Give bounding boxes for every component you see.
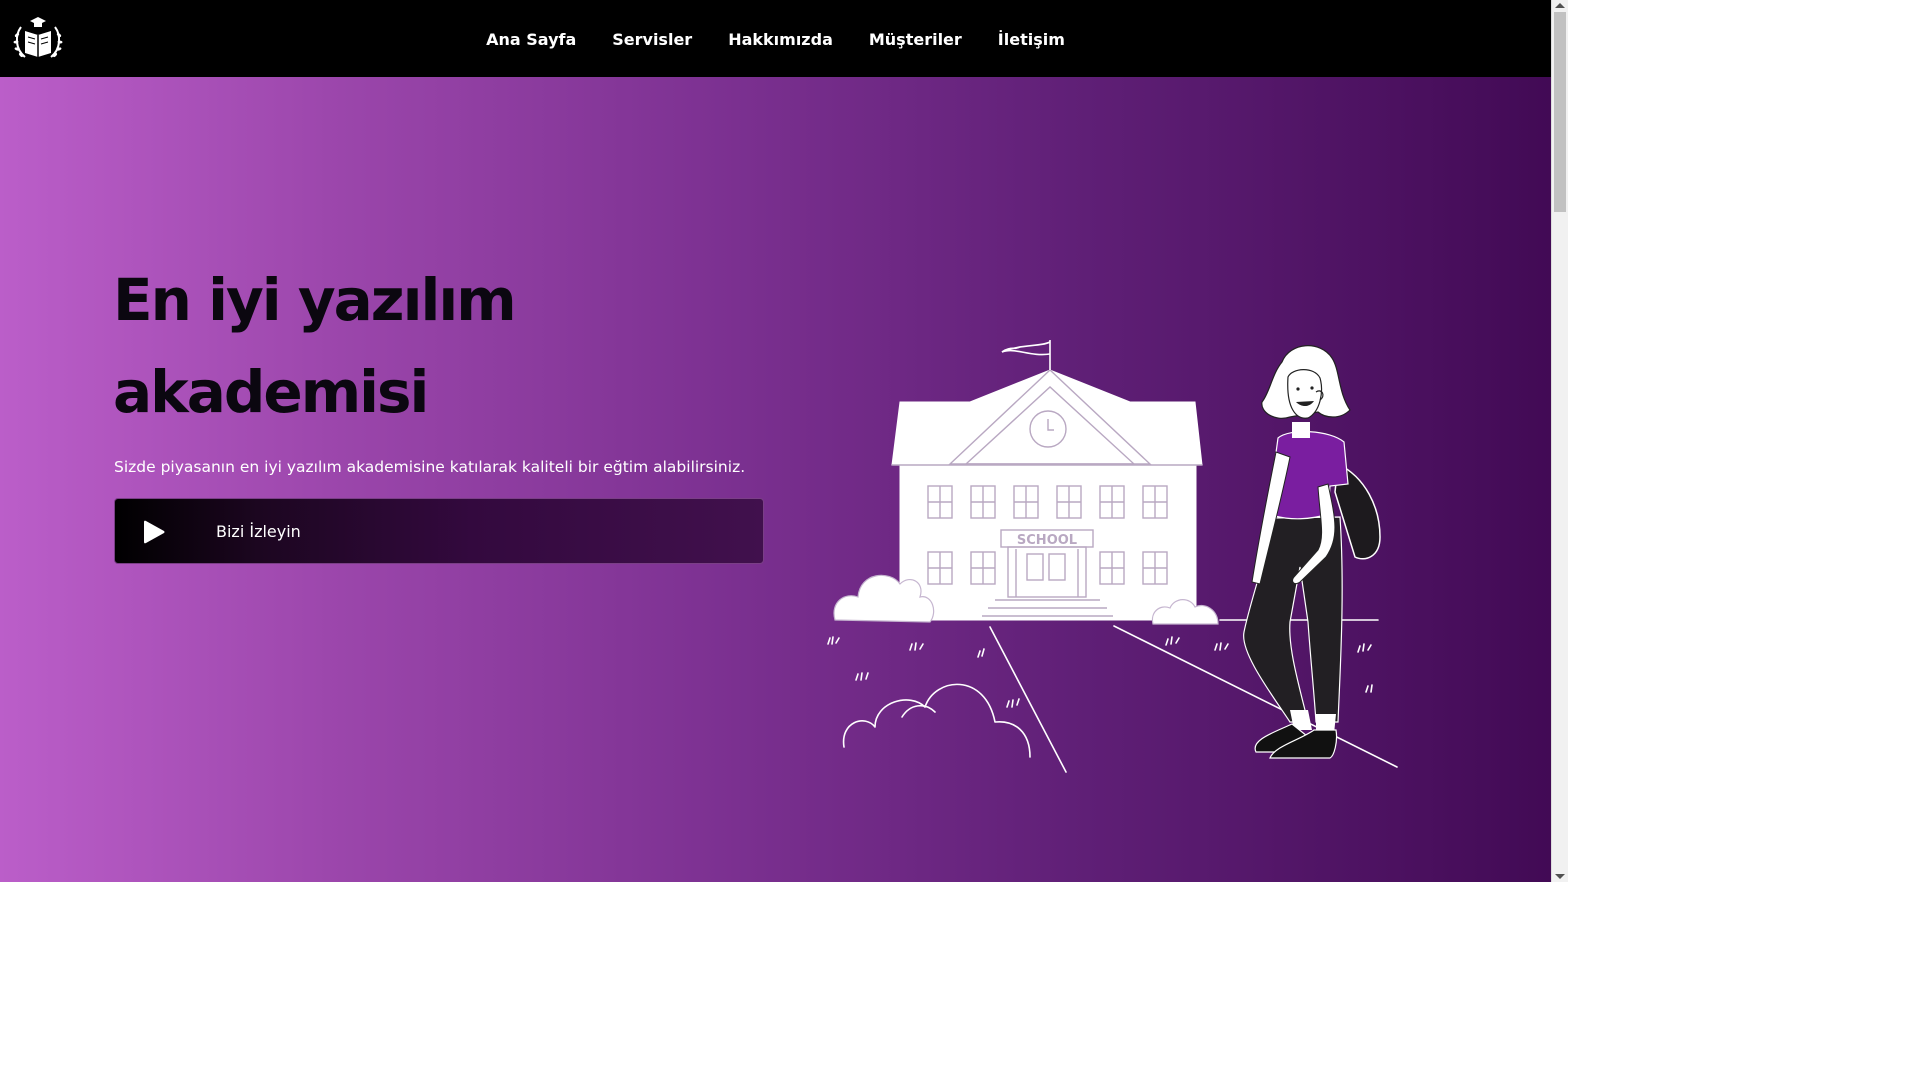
navbar: Ana Sayfa Servisler Hakkımızda Müşterile…	[0, 0, 1551, 77]
scroll-down-arrow-icon[interactable]	[1555, 874, 1565, 879]
page: Ana Sayfa Servisler Hakkımızda Müşterile…	[0, 0, 1568, 882]
school-sign: SCHOOL	[1017, 533, 1077, 548]
hero-title: En iyi yazılım akademisi	[113, 266, 517, 426]
school-illustration: SCHOOL	[827, 340, 1398, 773]
watch-us-button[interactable]: Bizi İzleyin	[114, 498, 764, 564]
main-nav: Ana Sayfa Servisler Hakkımızda Müşterile…	[0, 0, 1551, 77]
watch-us-label: Bizi İzleyin	[216, 522, 301, 541]
scroll-up-arrow-icon[interactable]	[1555, 3, 1565, 8]
page-scrollbar[interactable]	[1551, 0, 1568, 882]
hero-subtitle: Sizde piyasanın en iyi yazılım akademisi…	[114, 458, 746, 476]
nav-item-ana-sayfa[interactable]: Ana Sayfa	[486, 30, 576, 49]
scrollbar-thumb[interactable]	[1554, 12, 1566, 212]
nav-item-servisler[interactable]: Servisler	[612, 30, 692, 49]
play-icon	[144, 520, 165, 544]
nav-item-hakkimizda[interactable]: Hakkımızda	[728, 30, 833, 49]
nav-item-iletisim[interactable]: İletişim	[998, 30, 1065, 49]
nav-item-musteriler[interactable]: Müşteriler	[869, 30, 962, 49]
hero-section: En iyi yazılım akademisi Sizde piyasanın…	[0, 77, 1551, 882]
